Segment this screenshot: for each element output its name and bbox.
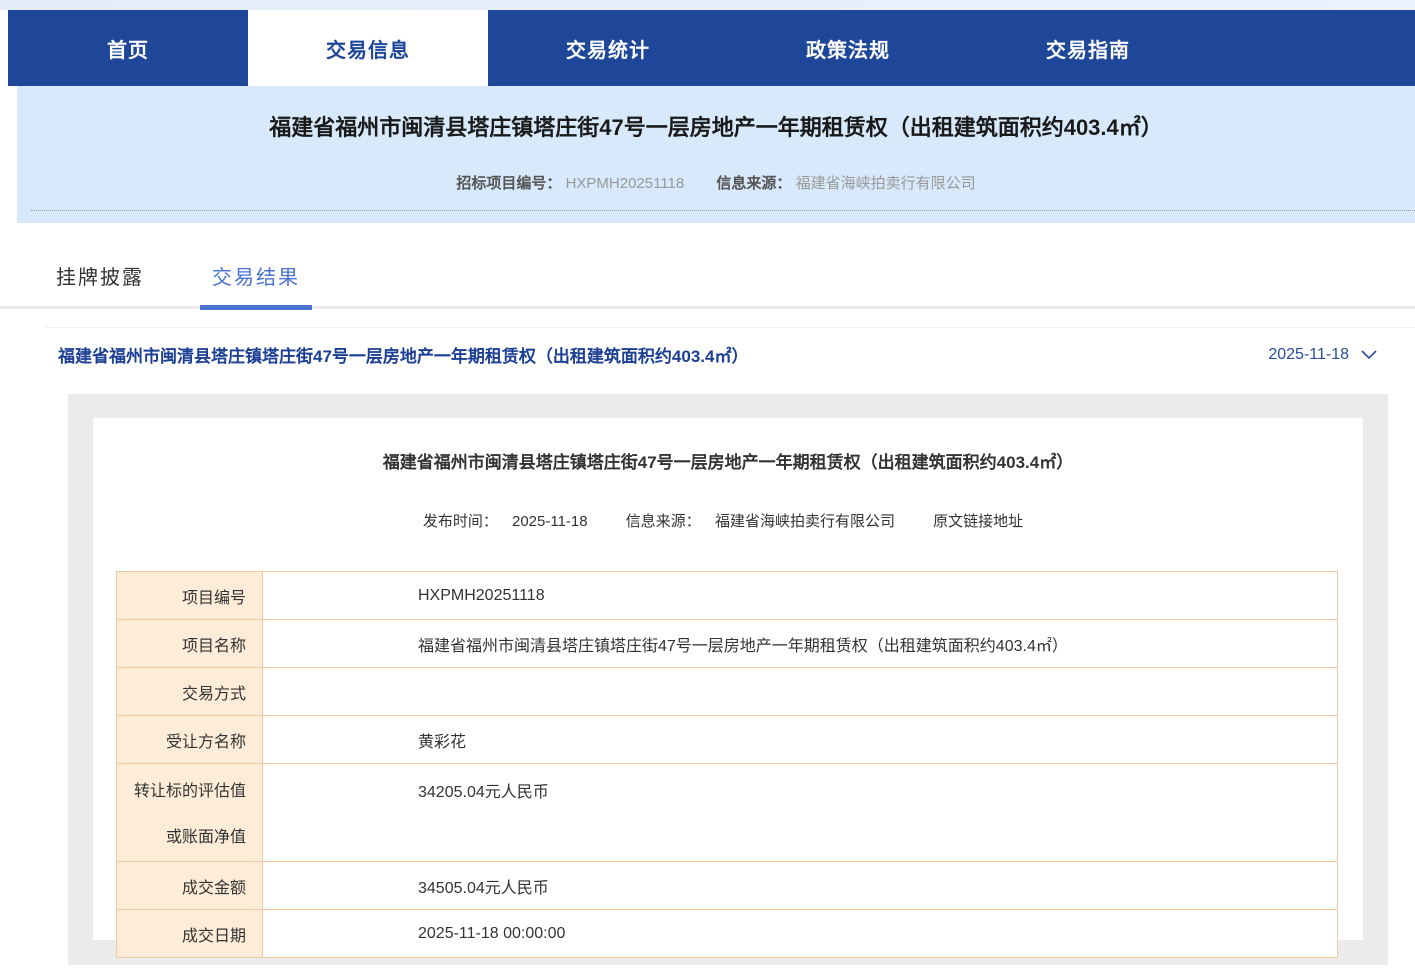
result-panel: 福建省福州市闽清县塔庄镇塔庄街47号一层房地产一年期租赁权（出租建筑面积约403… (68, 394, 1388, 965)
card-source-value: 福建省海峡拍卖行有限公司 (714, 513, 895, 530)
row-value: 34205.04元人民币 (262, 763, 1338, 862)
row-label-line2: 或账面净值 (165, 829, 246, 846)
row-label: 转让标的评估值 或账面净值 (116, 763, 263, 862)
card-source-label: 信息来源： (625, 513, 701, 530)
result-header-row: 福建省福州市闽清县塔庄镇塔庄街47号一层房地产一年期租赁权（出租建筑面积约403… (58, 342, 1377, 367)
band-dotted-divider (31, 210, 1415, 211)
table-row: 成交金额 34505.04元人民币 (116, 861, 1338, 910)
table-row: 转让标的评估值 或账面净值 34205.04元人民币 (116, 763, 1338, 862)
row-value (262, 667, 1338, 716)
project-no-label: 招标项目编号： (456, 175, 562, 192)
card-title: 福建省福州市闽清县塔庄镇塔庄街47号一层房地产一年期租赁权（出租建筑面积约403… (382, 453, 1074, 472)
row-label: 交易方式 (116, 667, 263, 716)
row-value: 2025-11-18 00:00:00 (262, 909, 1338, 958)
publish-date: 2025-11-18 (512, 513, 588, 530)
tabs-under-divider (44, 327, 1415, 328)
nav-item-policy[interactable]: 政策法规 (728, 10, 968, 86)
card-meta: 发布时间： 2025-11-18 信息来源： 福建省海峡拍卖行有限公司 原文链接… (93, 510, 1363, 531)
source-label: 信息来源： (716, 175, 792, 192)
nav-item-home[interactable]: 首页 (8, 10, 248, 86)
result-date-text: 2025-11-18 (1268, 345, 1349, 363)
main-nav: 首页 交易信息 交易统计 政策法规 交易指南 (8, 10, 1415, 86)
detail-tabs: 挂牌披露 交易结果 (0, 247, 1415, 310)
tab-trade-result[interactable]: 交易结果 (200, 247, 312, 310)
project-meta: 招标项目编号： HXPMH20251118 信息来源： 福建省海峡拍卖行有限公司 (17, 172, 1415, 193)
row-label: 项目名称 (116, 619, 263, 668)
row-label: 项目编号 (116, 571, 263, 620)
nav-item-trade-stats[interactable]: 交易统计 (488, 10, 728, 86)
row-value: HXPMH20251118 (262, 571, 1338, 620)
row-value: 黄彩花 (262, 715, 1338, 764)
project-title: 福建省福州市闽清县塔庄镇塔庄街47号一层房地产一年期租赁权（出租建筑面积约403… (269, 115, 1163, 140)
row-value: 34505.04元人民币 (262, 861, 1338, 910)
row-label-line1: 转让标的评估值 (133, 783, 246, 800)
row-label: 成交金额 (116, 861, 263, 910)
source-value: 福建省海峡拍卖行有限公司 (795, 175, 976, 192)
result-detail-table: 项目编号 HXPMH20251118 项目名称 福建省福州市闽清县塔庄镇塔庄街4… (116, 571, 1338, 958)
row-label: 成交日期 (116, 909, 263, 958)
table-row: 成交日期 2025-11-18 00:00:00 (116, 909, 1338, 958)
table-row: 受让方名称 黄彩花 (116, 715, 1338, 764)
chevron-down-icon (1361, 349, 1377, 359)
tab-listing-disclosure[interactable]: 挂牌披露 (44, 247, 156, 306)
original-link[interactable]: 原文链接地址 (933, 513, 1023, 530)
result-title-link[interactable]: 福建省福州市闽清县塔庄镇塔庄街47号一层房地产一年期租赁权（出租建筑面积约403… (58, 342, 748, 367)
nav-item-trade-info[interactable]: 交易信息 (248, 10, 488, 86)
publish-label: 发布时间： (422, 513, 498, 530)
table-row: 项目名称 福建省福州市闽清县塔庄镇塔庄街47号一层房地产一年期租赁权（出租建筑面… (116, 619, 1338, 668)
project-no-value: HXPMH20251118 (565, 175, 685, 192)
nav-item-guide[interactable]: 交易指南 (968, 10, 1208, 86)
project-header-band: 福建省福州市闽清县塔庄镇塔庄街47号一层房地产一年期租赁权（出租建筑面积约403… (17, 86, 1415, 223)
row-value: 福建省福州市闽清县塔庄镇塔庄街47号一层房地产一年期租赁权（出租建筑面积约403… (262, 619, 1338, 668)
table-row: 项目编号 HXPMH20251118 (116, 571, 1338, 620)
result-card: 福建省福州市闽清县塔庄镇塔庄街47号一层房地产一年期租赁权（出租建筑面积约403… (93, 418, 1363, 958)
table-row: 交易方式 (116, 667, 1338, 716)
page-top-strip (0, 0, 1415, 10)
result-date-toggle[interactable]: 2025-11-18 (1268, 346, 1377, 364)
row-label: 受让方名称 (116, 715, 263, 764)
